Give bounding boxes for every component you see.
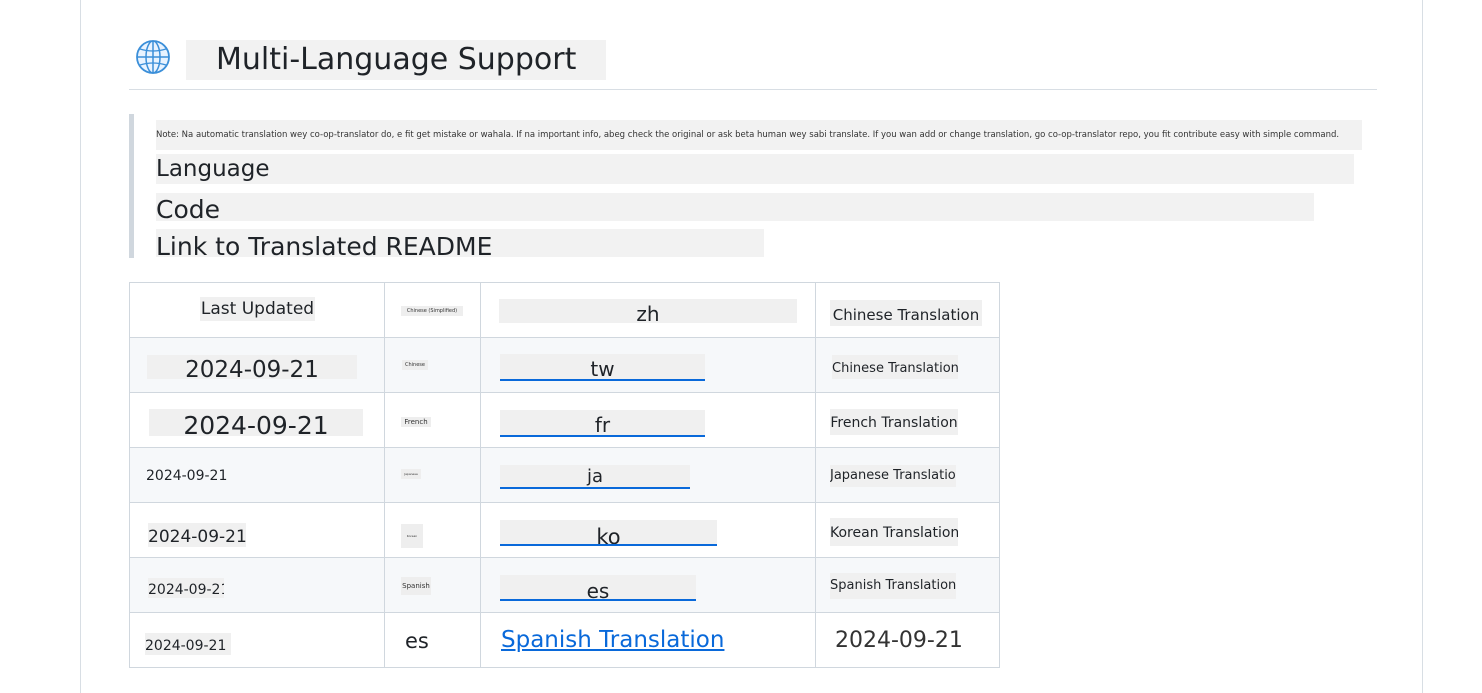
last-updated-date: 2024-09-21: [149, 409, 363, 436]
table-cell: 2024-09-21: [129, 557, 385, 613]
language-name: Korean: [401, 524, 423, 548]
table-row: 2024-09-21 French fr French Translation: [129, 392, 1000, 448]
table-cell: tw: [480, 337, 816, 393]
table-cell: zh: [480, 282, 816, 338]
translation-link-label: Korean Translation: [830, 518, 958, 546]
language-code: zh: [499, 299, 797, 323]
table-cell: 2024-09-21: [815, 612, 1000, 668]
globe-icon: [136, 40, 170, 74]
table-cell: 2024-09-21: [129, 612, 385, 668]
table-cell: es: [480, 557, 816, 613]
language-name: Chinese (Simplified): [401, 306, 463, 316]
document-page: Multi-Language Support Note: Na automati…: [80, 0, 1423, 693]
readme-link-ja[interactable]: ja: [500, 465, 690, 489]
table-row: 2024-09-21 Spanish es Spanish Translatio…: [129, 557, 1000, 613]
translation-link-label: Japanese Translation: [830, 465, 956, 487]
table-cell: Japanese Translation: [815, 447, 1000, 503]
last-updated-date: 2024-09-21: [147, 355, 357, 379]
table-cell: 2024-09-21: [129, 502, 385, 558]
header-language: Language: [156, 154, 1354, 184]
table-cell: es: [384, 612, 481, 668]
language-code: es: [405, 629, 429, 653]
table-row: 2024-09-21 Japanese ja Japanese Translat…: [129, 447, 1000, 503]
table-cell: ko: [480, 502, 816, 558]
table-cell: 2024-09-21: [129, 337, 385, 393]
table-cell: 2024-09-21: [129, 447, 385, 503]
readme-link-tw[interactable]: tw: [500, 354, 705, 381]
table-row: Last Updated Chinese (Simplified) zh Chi…: [129, 282, 1000, 338]
table-cell: French Translation: [815, 392, 1000, 448]
column-header-last-updated: Last Updated: [199, 297, 316, 321]
table-cell: 2024-09-21: [129, 392, 385, 448]
last-updated-date: 2024-09-21: [148, 578, 224, 598]
table-cell: Spanish: [384, 557, 481, 613]
header-code: Code: [156, 193, 1314, 224]
translation-note-blockquote: Note: Na automatic translation wey co-op…: [129, 114, 1362, 261]
last-updated-date: 2024-09-21: [835, 628, 963, 653]
readme-link-fr[interactable]: fr: [500, 410, 705, 437]
table-cell: Spanish Translation: [815, 557, 1000, 613]
translation-link-label: French Translation: [830, 409, 958, 435]
translation-link-label: Chinese Translation: [832, 355, 958, 379]
section-title: Multi-Language Support: [186, 40, 607, 80]
readme-link-spanish[interactable]: Spanish Translation: [501, 627, 724, 653]
table-cell: Korean Translation: [815, 502, 1000, 558]
last-updated-date: 2024-09-21: [148, 523, 246, 547]
table-cell: Chinese (Simplified): [384, 282, 481, 338]
translations-table: Last Updated Chinese (Simplified) zh Chi…: [129, 282, 1000, 668]
table-cell: ja: [480, 447, 816, 503]
table-cell: French: [384, 392, 481, 448]
readme-link-ko[interactable]: ko: [500, 520, 717, 546]
readme-link-es[interactable]: es: [500, 575, 696, 601]
header-link: Link to Translated README: [156, 229, 764, 261]
last-updated-date: 2024-09-21: [146, 468, 228, 484]
language-name: Spanish: [401, 577, 431, 595]
table-cell: Last Updated: [129, 282, 385, 338]
table-row: 2024-09-21 Korean ko Korean Translation: [129, 502, 1000, 558]
table-cell: Chinese Translation: [815, 282, 1000, 338]
table-row: 2024-09-21 es Spanish Translation 2024-0…: [129, 612, 1000, 668]
language-name: French: [401, 417, 431, 427]
table-cell: fr: [480, 392, 816, 448]
table-cell: Spanish Translation: [480, 612, 816, 668]
language-name: Japanese: [401, 469, 421, 479]
section-heading: Multi-Language Support: [129, 36, 1377, 90]
table-cell: Japanese: [384, 447, 481, 503]
translation-link-label: Chinese Translation: [830, 300, 982, 326]
translation-link-label: Spanish Translation: [830, 573, 956, 599]
table-row: 2024-09-21 Chinese tw Chinese Translatio…: [129, 337, 1000, 393]
table-cell: Chinese: [384, 337, 481, 393]
language-name: Chinese: [402, 360, 428, 370]
translation-disclaimer: Note: Na automatic translation wey co-op…: [156, 120, 1362, 150]
table-cell: Korean: [384, 502, 481, 558]
last-updated-date: 2024-09-21: [145, 633, 231, 655]
table-cell: Chinese Translation: [815, 337, 1000, 393]
